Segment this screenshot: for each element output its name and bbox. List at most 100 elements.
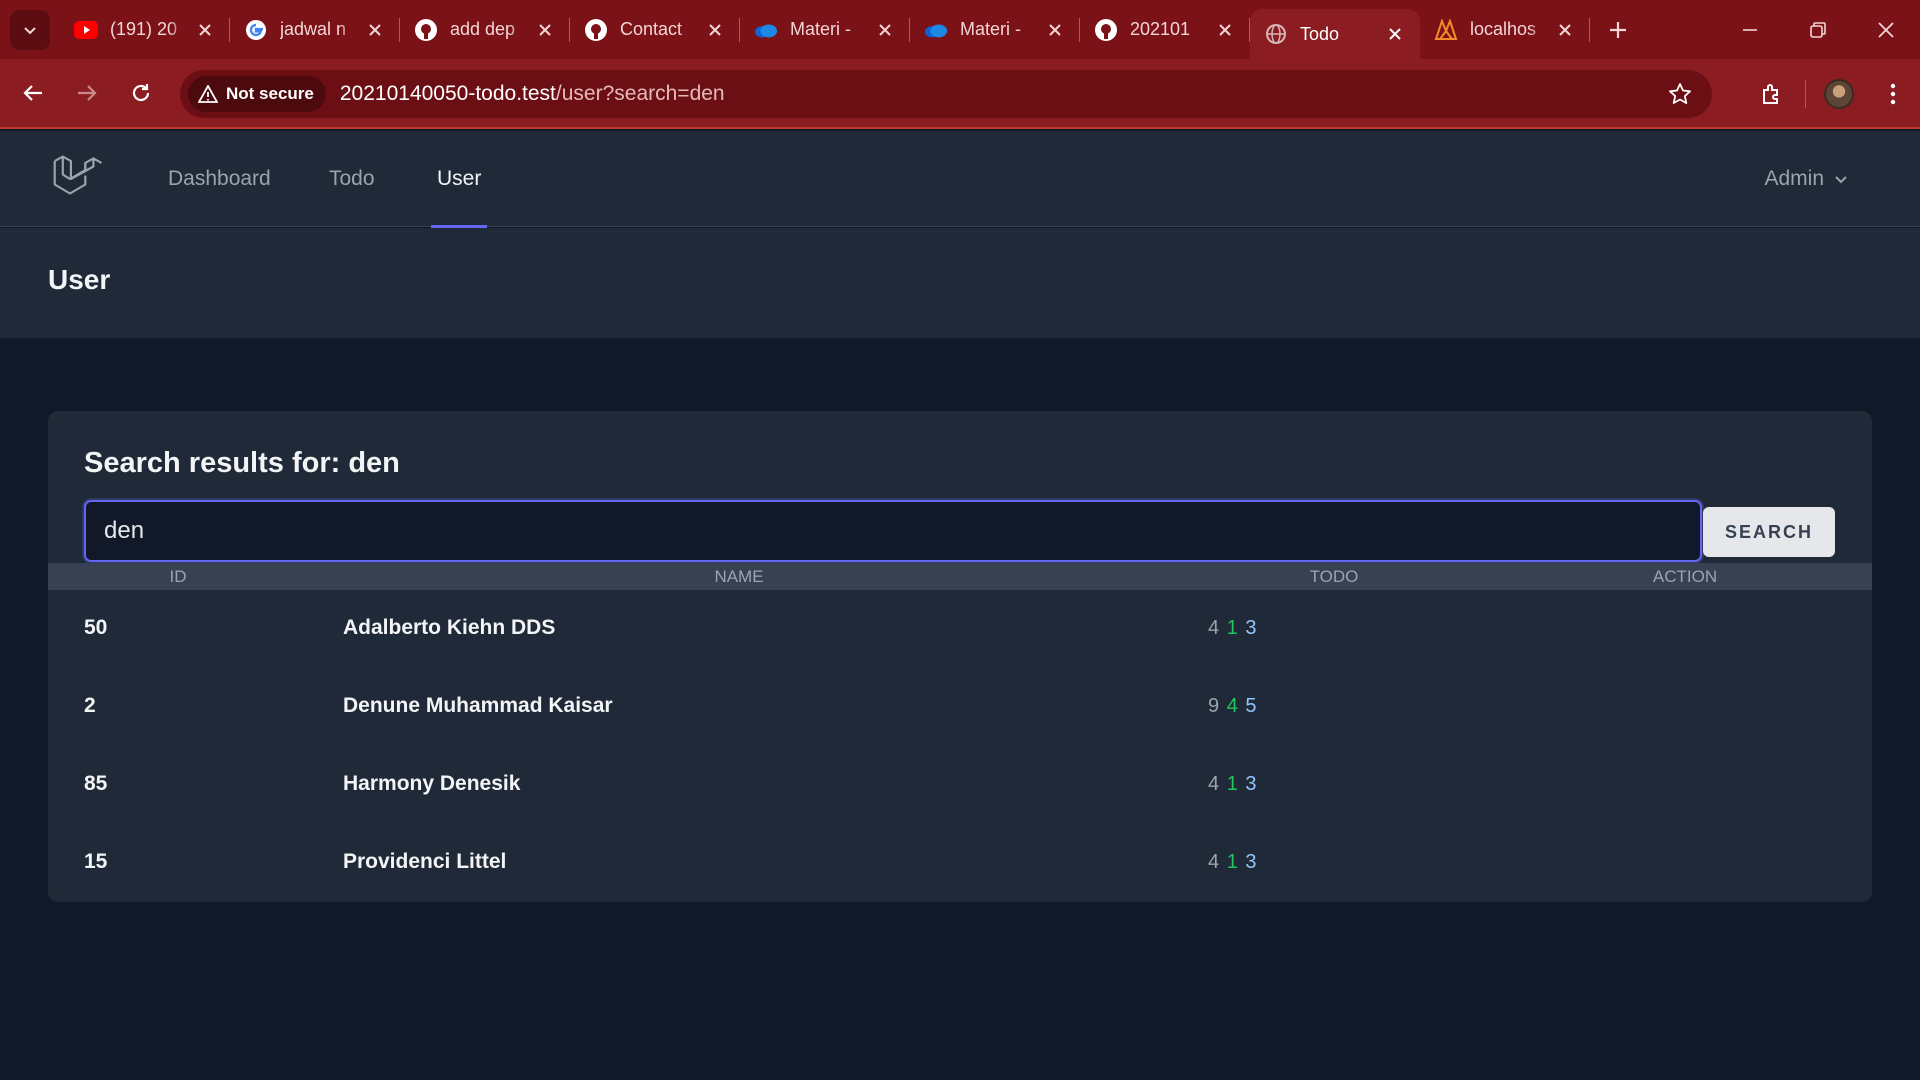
- close-icon[interactable]: [1214, 19, 1236, 41]
- menu-button[interactable]: [1866, 67, 1920, 121]
- close-icon[interactable]: [704, 19, 726, 41]
- user-id: 2: [84, 694, 96, 717]
- column-header-id: ID: [169, 567, 187, 586]
- close-icon[interactable]: [194, 19, 216, 41]
- user-id: 85: [84, 772, 108, 795]
- toolbar-divider: [1805, 80, 1806, 108]
- github-icon: [414, 18, 438, 42]
- profile-button[interactable]: [1812, 67, 1866, 121]
- browser-tab[interactable]: localhos: [1420, 0, 1590, 59]
- close-icon[interactable]: [364, 19, 386, 41]
- close-icon[interactable]: [1554, 19, 1576, 41]
- user-name: Harmony Denesik: [343, 772, 521, 795]
- close-icon[interactable]: [1384, 23, 1406, 45]
- page-title: User: [48, 264, 111, 295]
- search-results-card: Search results for: den SEARCH ID NAME T…: [48, 411, 1872, 902]
- tab-title: jadwal n: [280, 19, 347, 39]
- arrow-right-icon: [78, 85, 97, 101]
- close-window-button[interactable]: [1852, 0, 1920, 59]
- restore-button[interactable]: [1784, 0, 1852, 59]
- close-icon[interactable]: [874, 19, 896, 41]
- search-results-heading: Search results for: den: [84, 447, 400, 479]
- back-button[interactable]: [6, 66, 60, 120]
- todo-count-total: 9: [1208, 695, 1221, 717]
- google-icon: [244, 18, 268, 42]
- github-icon: [1094, 18, 1118, 42]
- tab-title: 202101: [1130, 19, 1191, 39]
- security-indicator[interactable]: Not secure: [188, 76, 326, 112]
- chevron-down-icon: [1835, 176, 1847, 184]
- users-table: ID NAME TODO ACTION 50 Adalberto Kiehn D…: [48, 563, 1872, 902]
- browser-tab[interactable]: 202101: [1080, 0, 1250, 59]
- todo-count-pending: 3: [1245, 773, 1258, 795]
- restore-icon: [1810, 21, 1826, 38]
- tab-search-button[interactable]: [10, 9, 50, 50]
- xampp-icon: [1434, 18, 1458, 42]
- todo-counts: 4 1 3: [1208, 851, 1258, 874]
- tab-title: (191) 20: [110, 19, 178, 39]
- column-header-name: NAME: [714, 567, 764, 586]
- browser-tab[interactable]: jadwal n: [230, 0, 400, 59]
- close-icon[interactable]: [534, 19, 556, 41]
- user-menu-label: Admin: [1764, 167, 1824, 190]
- new-tab-button[interactable]: [1596, 8, 1640, 52]
- todo-counts: 4 1 3: [1208, 773, 1258, 796]
- window-controls: [1716, 0, 1920, 59]
- close-icon[interactable]: [1044, 19, 1066, 41]
- todo-count-done: 4: [1226, 695, 1239, 717]
- todo-count-total: 4: [1208, 851, 1221, 873]
- url-text[interactable]: 20210140050-todo.test/user?search=den: [340, 82, 725, 106]
- table-row: 2 Denune Muhammad Kaisar 9 4 5: [48, 668, 1872, 746]
- nav-link-dashboard[interactable]: Dashboard: [168, 131, 271, 227]
- minimize-icon: [1743, 28, 1757, 31]
- browser-tab[interactable]: Materi -: [740, 0, 910, 59]
- search-button[interactable]: SEARCH: [1703, 507, 1835, 557]
- puzzle-icon: [1763, 84, 1778, 104]
- user-id: 50: [84, 616, 108, 639]
- nav-link-todo[interactable]: Todo: [329, 131, 375, 227]
- browser-toolbar: Not secure 20210140050-todo.test/user?se…: [0, 59, 1920, 129]
- tab-title: Todo: [1300, 23, 1340, 44]
- todo-count-pending: 3: [1245, 851, 1258, 873]
- browser-tab[interactable]: (191) 20: [60, 0, 230, 59]
- browser-tab-active[interactable]: Todo: [1250, 9, 1420, 59]
- todo-count-total: 4: [1208, 617, 1221, 639]
- onedrive-icon: [754, 18, 778, 42]
- youtube-icon: [74, 18, 98, 42]
- address-bar[interactable]: Not secure 20210140050-todo.test/user?se…: [180, 70, 1712, 118]
- forward-button[interactable]: [60, 66, 114, 120]
- user-name: Adalberto Kiehn DDS: [343, 616, 556, 639]
- browser-tab[interactable]: Materi -: [910, 0, 1080, 59]
- extensions-button[interactable]: [1745, 67, 1799, 121]
- browser-tab[interactable]: add dep: [400, 0, 570, 59]
- user-name: Providenci Littel: [343, 850, 507, 873]
- user-menu-dropdown[interactable]: Admin: [1764, 131, 1848, 227]
- plus-icon: [1610, 21, 1626, 38]
- chevron-down-icon: [24, 26, 36, 34]
- tab-title: add dep: [450, 19, 516, 39]
- search-input[interactable]: [84, 500, 1702, 562]
- column-header-todo: TODO: [1309, 567, 1359, 586]
- github-icon: [584, 18, 608, 42]
- minimize-button[interactable]: [1716, 0, 1784, 59]
- close-icon: [1878, 21, 1894, 38]
- security-label: Not secure: [226, 84, 314, 103]
- bookmark-button[interactable]: [1668, 82, 1692, 111]
- user-name: Denune Muhammad Kaisar: [343, 694, 613, 717]
- todo-count-pending: 5: [1245, 695, 1258, 717]
- reload-button[interactable]: [114, 66, 168, 120]
- globe-icon: [1264, 22, 1288, 46]
- table-header: ID NAME TODO ACTION: [48, 563, 1872, 590]
- tab-title: Materi -: [960, 19, 1022, 39]
- browser-tab[interactable]: Contact: [570, 0, 740, 59]
- todo-count-done: 1: [1226, 773, 1239, 795]
- todo-count-done: 1: [1226, 617, 1239, 639]
- tab-divider: [1589, 18, 1590, 42]
- arrow-left-icon: [23, 85, 42, 101]
- todo-counts: 9 4 5: [1208, 695, 1258, 718]
- laravel-icon: [53, 155, 103, 195]
- todo-count-total: 4: [1208, 773, 1221, 795]
- laravel-logo[interactable]: [52, 153, 103, 203]
- nav-link-user[interactable]: User: [430, 131, 488, 228]
- tab-title: Contact: [620, 19, 683, 39]
